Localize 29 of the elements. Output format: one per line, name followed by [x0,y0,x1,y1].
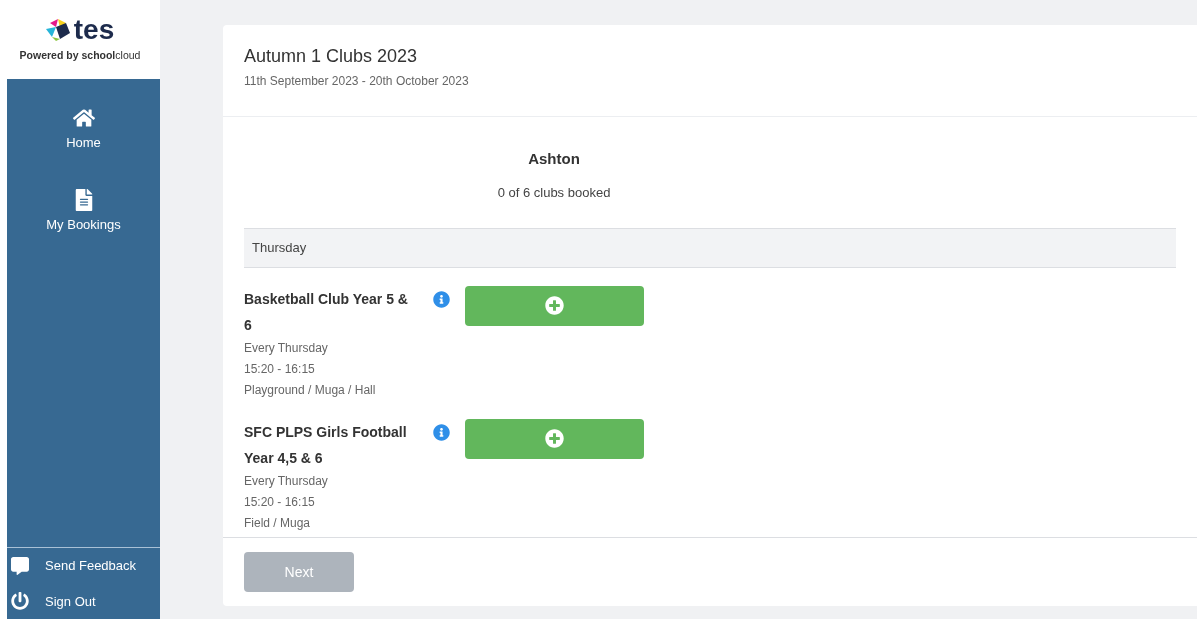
home-icon [72,107,95,129]
club-frequency: Every Thursday [244,472,329,490]
plus-icon [545,296,564,315]
student-name: Ashton [528,149,580,169]
page-title: Autumn 1 Clubs 2023 [244,45,419,68]
add-button[interactable] [465,285,644,326]
club-name: SFC PLPS Girls Football Year 4,5 & 6 [244,422,408,468]
power-icon [11,592,29,611]
logo-icon [45,18,70,41]
info-icon[interactable] [433,290,450,308]
info-icon[interactable] [433,423,450,441]
nav-item[interactable]: Home [7,107,160,153]
nav-item[interactable]: My Bookings [7,188,160,234]
club-location: Playground / Muga / Hall [244,381,377,399]
date-range: 11th September 2023 - 20th October 2023 [244,73,470,90]
club-time: 15:20 - 16:15 [244,360,316,378]
plus-icon [545,429,564,448]
club-name: Basketball Club Year 5 & 6 [244,289,409,335]
feedback-icon [11,556,29,575]
club-location: Field / Muga [244,514,312,532]
nav-item[interactable]: Send Feedback [7,556,160,576]
club-frequency: Every Thursday [244,339,329,357]
day-header: Thursday [244,228,1176,268]
nav-item[interactable]: Sign Out [7,591,160,611]
logo-tagline: Powered by schoolcloud [19,47,141,63]
add-button[interactable] [465,418,644,459]
booking-summary: 0 of 6 clubs booked [497,183,611,202]
logo-wordmark: tes [73,15,115,44]
club-time: 15:20 - 16:15 [244,493,316,511]
